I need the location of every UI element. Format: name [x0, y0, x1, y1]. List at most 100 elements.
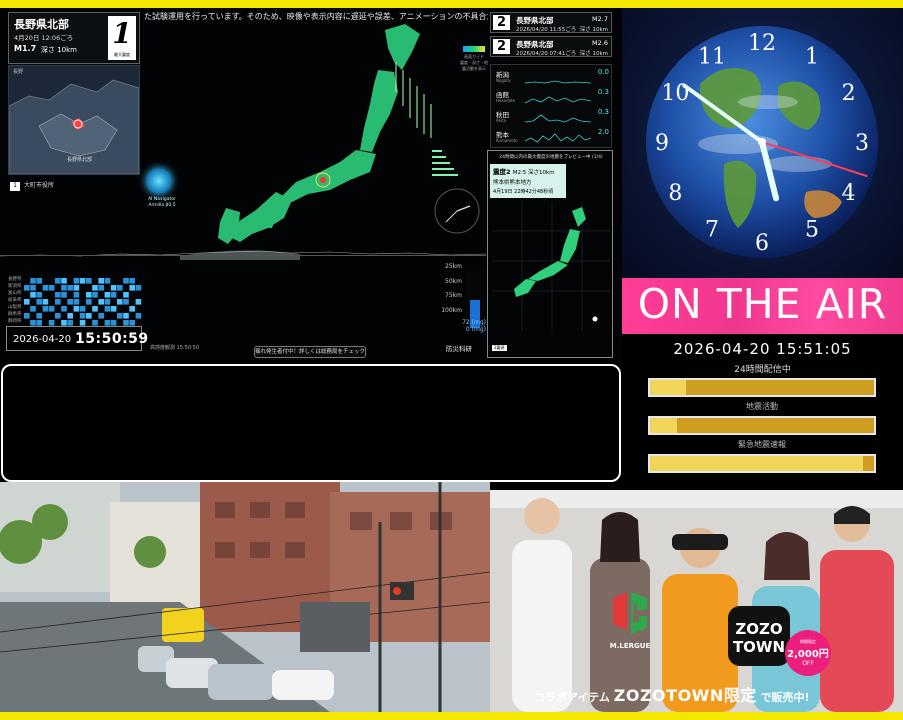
heat-cell: [79, 278, 86, 284]
intensity-label: 最大震度: [114, 52, 130, 57]
heat-cell: [104, 292, 111, 298]
heat-cell: [67, 285, 73, 291]
zozo-line1: ZOZO: [735, 620, 783, 638]
intensity-value: 1: [112, 17, 132, 50]
heat-cell: [129, 285, 135, 291]
heat-cell: [92, 306, 98, 312]
clock-numeral: 3: [855, 131, 869, 156]
depth-tick: 75km: [445, 292, 462, 299]
heat-cell: [24, 299, 30, 305]
region-row[interactable]: 熊本 Kumamoto 2.0: [491, 127, 613, 147]
small-analog-clock-icon: [434, 188, 480, 234]
mleague-logo: M.LERGUE: [604, 590, 656, 650]
region-roman: Hakodate: [496, 98, 516, 103]
current-time: 15:50:59: [75, 331, 149, 347]
heat-cell: [73, 285, 80, 291]
globe-clock-panel: 12 1 2 3 4 5 6 7 8 9 10 11: [622, 8, 903, 278]
heat-cell: [123, 313, 129, 319]
region-roman: Akita: [496, 118, 507, 123]
map-legend[interactable]: 画面ガイド 震度・深さ・地震活動を表示: [460, 46, 488, 72]
clock-numeral: 7: [705, 218, 719, 243]
status-meter: [648, 378, 876, 397]
broadcast-timestamp: 2026-04-20 15:51:05: [673, 340, 852, 358]
clock-numeral: 6: [755, 231, 769, 256]
heat-cell: [98, 278, 104, 284]
legend-subtitle: 震度・深さ・地震活動を表示: [460, 60, 488, 71]
preview-card: 震度2 M2.5 深さ10km 熊本県熊本地方 4月19日 22時42分48秒頃: [490, 164, 566, 198]
preview-place: 熊本県熊本地方: [493, 180, 532, 186]
meter-fill: [650, 380, 686, 395]
recent-quake-depth: 深さ 10km: [579, 27, 608, 33]
region-row[interactable]: 函館 Hakodate 0.3: [491, 87, 613, 107]
caption-panel: [1, 364, 621, 482]
heat-cell: [48, 306, 55, 312]
heat-cell: [129, 278, 135, 284]
heat-cell: [98, 285, 104, 291]
check-details-button[interactable]: 揺れ発生者付中！詳しくは総務局をチェック: [254, 346, 366, 358]
heat-cell: [73, 299, 80, 305]
heat-cell: [73, 278, 80, 284]
heat-cell: [129, 306, 135, 312]
region-row[interactable]: 新潟 Niigata 0.0: [491, 67, 613, 87]
heat-cell: [73, 306, 80, 312]
recent-quake-time: 2026/04/20 11:55ごろ: [516, 27, 577, 33]
heat-cell: [129, 320, 135, 326]
quake-preview-panel[interactable]: 24時間以内の最大震度の地震をプレビュー中 (1/4) 震度2 M2.5 深さ1…: [487, 150, 613, 358]
latest-quake-card[interactable]: 長野県北部 4月20日 12:06ごろ M1.7 深さ 10km 1 最大震度: [8, 12, 140, 64]
heat-cell: [55, 299, 61, 305]
heat-cell: [92, 320, 98, 326]
heat-cell: [30, 292, 36, 298]
meter-caption: 地震活動: [746, 402, 778, 411]
heat-cell: [110, 306, 117, 312]
region-sparkline: [525, 96, 591, 104]
heat-cell: [135, 299, 142, 305]
meter-fill: [650, 456, 863, 471]
clock-numeral: 4: [842, 181, 856, 206]
recent-quake-row[interactable]: 2 長野県北部 M2.6 2026/04/20 07:41ごろ 深さ 10km: [490, 36, 612, 57]
preview-footer: 2震源: [492, 345, 507, 351]
heat-cell: [110, 285, 117, 291]
navigator-line2: Armilla β0.5: [148, 203, 176, 208]
recent-quake-row[interactable]: 2 長野県北部 M2.7 2026/04/20 11:55ごろ 深さ 10km: [490, 12, 612, 33]
station-name: 大町市役所: [24, 182, 55, 189]
heat-cell: [42, 285, 49, 291]
heat-cell: [61, 320, 67, 326]
regional-mini-map[interactable]: 長野 長野県北部: [8, 65, 140, 175]
clock-numeral: 2: [842, 81, 856, 106]
clock-center-pin: [758, 138, 766, 146]
heat-cell: [86, 313, 92, 319]
waveform-axis: [0, 255, 486, 256]
heat-cell: [48, 320, 55, 326]
preview-map: [492, 201, 610, 331]
advertisement-banner[interactable]: M.LERGUE ZOZO TOWN 期間限定 2,000円 OFF コラボアイ…: [490, 490, 903, 712]
price-badge-off: OFF: [802, 660, 814, 667]
heat-cell: [36, 320, 42, 326]
quake-time: 4月20日 12:06ごろ: [14, 34, 74, 42]
region-sparkline: [525, 114, 591, 123]
street-camera-feed: [0, 482, 490, 712]
heat-cell: [30, 306, 36, 312]
ai-navigator-label: AI Navigator Armilla β0.5: [140, 197, 184, 209]
on-air-banner: ON THE AIR: [622, 278, 903, 334]
region-roman: Kumamoto: [496, 138, 518, 143]
ai-navigator-icon[interactable]: [146, 168, 172, 194]
heat-cell: [73, 292, 80, 298]
heat-cell: [67, 320, 73, 326]
heat-cell: [61, 278, 67, 284]
heat-cell: [123, 299, 129, 305]
region-row[interactable]: 秋田 Akita 0.3: [491, 107, 613, 127]
heat-cell: [92, 292, 98, 298]
station-index: 1: [10, 182, 20, 191]
pga-unit-2: (mg): [471, 326, 486, 333]
region-value: 2.0: [597, 128, 609, 136]
quake-magnitude: M1.7: [14, 44, 37, 53]
heat-cell: [42, 306, 49, 312]
recent-quake-magnitude: M2.7: [592, 15, 608, 23]
price-badge-amount: 2,000円: [787, 649, 829, 660]
clock-numeral: 8: [668, 181, 682, 206]
legend-swatch: [463, 46, 485, 52]
heat-cell: [24, 313, 30, 319]
heat-cell: [67, 313, 73, 319]
heat-cell: [123, 292, 129, 298]
region-value: 0.3: [597, 108, 609, 116]
